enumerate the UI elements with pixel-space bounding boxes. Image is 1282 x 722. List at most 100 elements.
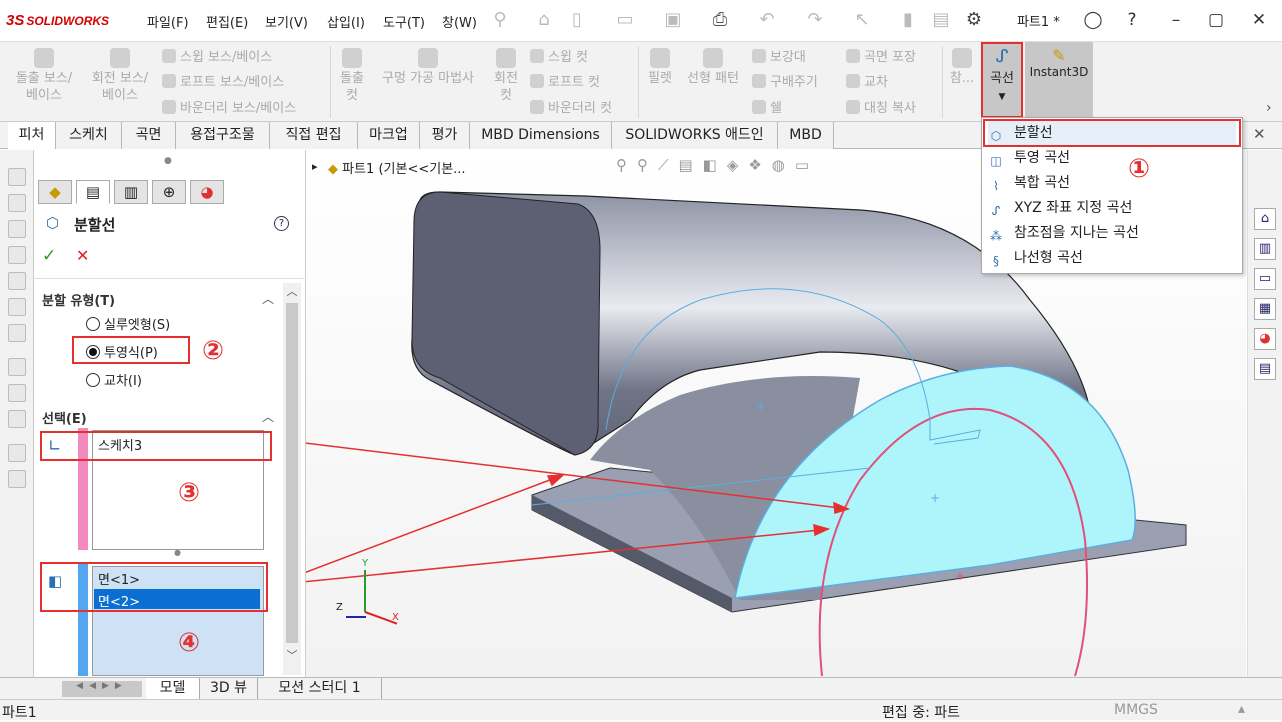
tool-icon[interactable] — [8, 246, 26, 264]
tab-motion-study[interactable]: 모션 스터디 1 — [258, 678, 382, 700]
tab-3d-view[interactable]: 3D 뷰 — [200, 678, 258, 700]
rebuild-icon[interactable]: ▮ — [897, 9, 919, 31]
sketch-item[interactable]: 스케치3 — [98, 435, 142, 454]
tab-model[interactable]: 모델 — [146, 678, 200, 700]
print-icon[interactable]: ⎙ — [709, 9, 731, 31]
menu-projected-curve[interactable]: ◫ 투영 곡선 — [988, 146, 1070, 170]
list-resize-grip[interactable]: ● — [174, 548, 181, 557]
new-document-icon[interactable]: ▯ — [566, 9, 588, 31]
appearances-icon[interactable]: ◕ — [1254, 328, 1276, 350]
heads-up-view-toolbar[interactable]: ⚲⚲⟋▤◧◈❖◍▭ — [616, 156, 819, 174]
scroll-down-icon[interactable]: ﹀ — [283, 647, 301, 663]
feature-tree-flyout[interactable]: ◆ 파트1 (기본<<기본... — [328, 158, 466, 177]
radio-selected[interactable] — [86, 345, 100, 359]
tab-features[interactable]: 피처 — [8, 122, 56, 149]
custom-properties-icon[interactable]: ▤ — [1254, 358, 1276, 380]
tab-solidworks-addins[interactable]: SOLIDWORKS 애드인 — [612, 122, 778, 149]
fillet-button[interactable]: 필렛 — [642, 48, 678, 87]
scroll-up-icon[interactable]: ︿ — [283, 283, 301, 299]
hole-wizard-button[interactable]: 구멍 가공 마법사 — [372, 48, 484, 87]
save-icon[interactable]: ▣ — [662, 9, 684, 31]
solidworks-logo[interactable]: 3S SOLIDWORKS — [6, 12, 109, 29]
status-units[interactable]: MMGS — [1114, 702, 1158, 718]
gear-icon[interactable]: ⚙ — [963, 9, 985, 31]
home-icon[interactable]: ⌂ — [1254, 208, 1276, 230]
panel-scrollbar[interactable]: ︿ ﹀ — [283, 283, 301, 675]
help-icon[interactable]: ? — [1119, 8, 1145, 32]
revolve-cut-button[interactable]: 회전 컷 — [488, 48, 524, 104]
select-icon[interactable]: ↖ — [851, 9, 873, 31]
file-explorer-icon[interactable]: ▭ — [1254, 268, 1276, 290]
tree-expand-icon[interactable]: ▸ — [312, 160, 318, 173]
help-icon[interactable]: ? — [274, 216, 289, 231]
curves-button[interactable]: ᔑ 곡선 ▼ — [981, 42, 1023, 118]
mirror-button[interactable]: 대칭 복사 — [846, 97, 916, 116]
menu-curve-through-points[interactable]: ⁂ 참조점을 지나는 곡선 — [988, 221, 1139, 245]
close-button[interactable]: ✕ — [1246, 8, 1272, 32]
tab-sketch[interactable]: 스케치 — [56, 122, 122, 149]
radio[interactable] — [86, 373, 100, 387]
tool-icon[interactable] — [8, 358, 26, 376]
undo-icon[interactable]: ↶ — [756, 9, 778, 31]
file-properties-icon[interactable]: ▤ — [930, 9, 952, 31]
sweep-boss-button[interactable]: 스윕 보스/베이스 — [162, 46, 272, 65]
menu-insert[interactable]: 삽입(I) — [327, 12, 365, 31]
tool-icon[interactable] — [8, 410, 26, 428]
boundary-cut-button[interactable]: 바운더리 컷 — [530, 97, 612, 116]
menu-tools[interactable]: 도구(T) — [383, 12, 425, 31]
menu-edit[interactable]: 편집(E) — [206, 12, 248, 31]
tab-markup[interactable]: 마크업 — [358, 122, 420, 149]
extrude-cut-button[interactable]: 돌출 컷 — [334, 48, 370, 104]
pin-icon[interactable]: ⚲ — [489, 9, 511, 31]
tool-icon[interactable] — [8, 470, 26, 488]
redo-icon[interactable]: ↷ — [804, 9, 826, 31]
sweep-cut-button[interactable]: 스윕 컷 — [530, 46, 588, 65]
design-library-icon[interactable]: ▥ — [1254, 238, 1276, 260]
tool-icon[interactable] — [8, 298, 26, 316]
menu-helix[interactable]: § 나선형 곡선 — [988, 246, 1083, 270]
radio[interactable] — [86, 317, 100, 331]
home-icon[interactable]: ⌂ — [533, 9, 555, 31]
ok-button[interactable]: ✓ — [42, 246, 56, 266]
tool-icon[interactable] — [8, 384, 26, 402]
menu-split-line[interactable]: ⬡ 분할선 — [988, 121, 1236, 145]
tab-weldments[interactable]: 용접구조물 — [176, 122, 270, 149]
wrap-button[interactable]: 곡면 포장 — [846, 46, 916, 65]
menu-composite-curve[interactable]: ⌇ 복합 곡선 — [988, 171, 1070, 195]
collapse-caret-icon[interactable]: ︿ — [262, 290, 274, 307]
cancel-button[interactable]: ✕ — [76, 246, 89, 265]
option-silhouette[interactable]: 실루엣형(S) — [86, 314, 170, 333]
configuration-tab[interactable]: ▥ — [114, 180, 148, 204]
tab-mbd[interactable]: MBD — [778, 122, 834, 149]
shell-button[interactable]: 쉘 — [752, 97, 782, 116]
tab-surfaces[interactable]: 곡면 — [122, 122, 176, 149]
linear-pattern-button[interactable]: 선형 패턴 — [682, 48, 744, 87]
tab-scroll-arrows[interactable]: ◀◀▶▶ — [62, 681, 142, 697]
tool-icon[interactable] — [8, 324, 26, 342]
option-intersection[interactable]: 교차(I) — [86, 370, 142, 389]
view-palette-icon[interactable]: ▦ — [1254, 298, 1276, 320]
draft-button[interactable]: 구배주기 — [752, 71, 818, 90]
menu-xyz-curve[interactable]: ᔑ XYZ 좌표 지정 곡선 — [988, 196, 1133, 220]
option-projection[interactable]: 투영식(P) — [86, 342, 158, 361]
maximize-button[interactable]: ▢ — [1203, 8, 1229, 32]
collapse-caret-icon[interactable]: ︿ — [262, 408, 274, 425]
display-manager-tab[interactable]: ◕ — [190, 180, 224, 204]
menu-window[interactable]: 창(W) — [442, 12, 477, 31]
reference-geometry-button[interactable]: 참... — [946, 48, 978, 87]
minimize-button[interactable]: – — [1163, 8, 1189, 32]
tool-icon[interactable] — [8, 272, 26, 290]
dimxpert-tab[interactable]: ⊕ — [152, 180, 186, 204]
panel-grip[interactable]: ● — [164, 156, 172, 166]
tool-icon[interactable] — [8, 168, 26, 186]
ribbon-scroll-right-icon[interactable]: › — [1266, 100, 1272, 116]
boundary-boss-button[interactable]: 바운더리 보스/베이스 — [162, 97, 296, 116]
property-manager-tab[interactable]: ▤ — [76, 180, 110, 204]
chevron-up-icon[interactable]: ▴ — [1238, 701, 1245, 717]
tab-evaluate[interactable]: 평가 — [420, 122, 470, 149]
scroll-thumb[interactable] — [286, 303, 298, 643]
tool-icon[interactable] — [8, 444, 26, 462]
intersect-button[interactable]: 교차 — [846, 71, 888, 90]
open-icon[interactable]: ▭ — [614, 9, 636, 31]
tab-direct-editing[interactable]: 직접 편집 — [270, 122, 358, 149]
